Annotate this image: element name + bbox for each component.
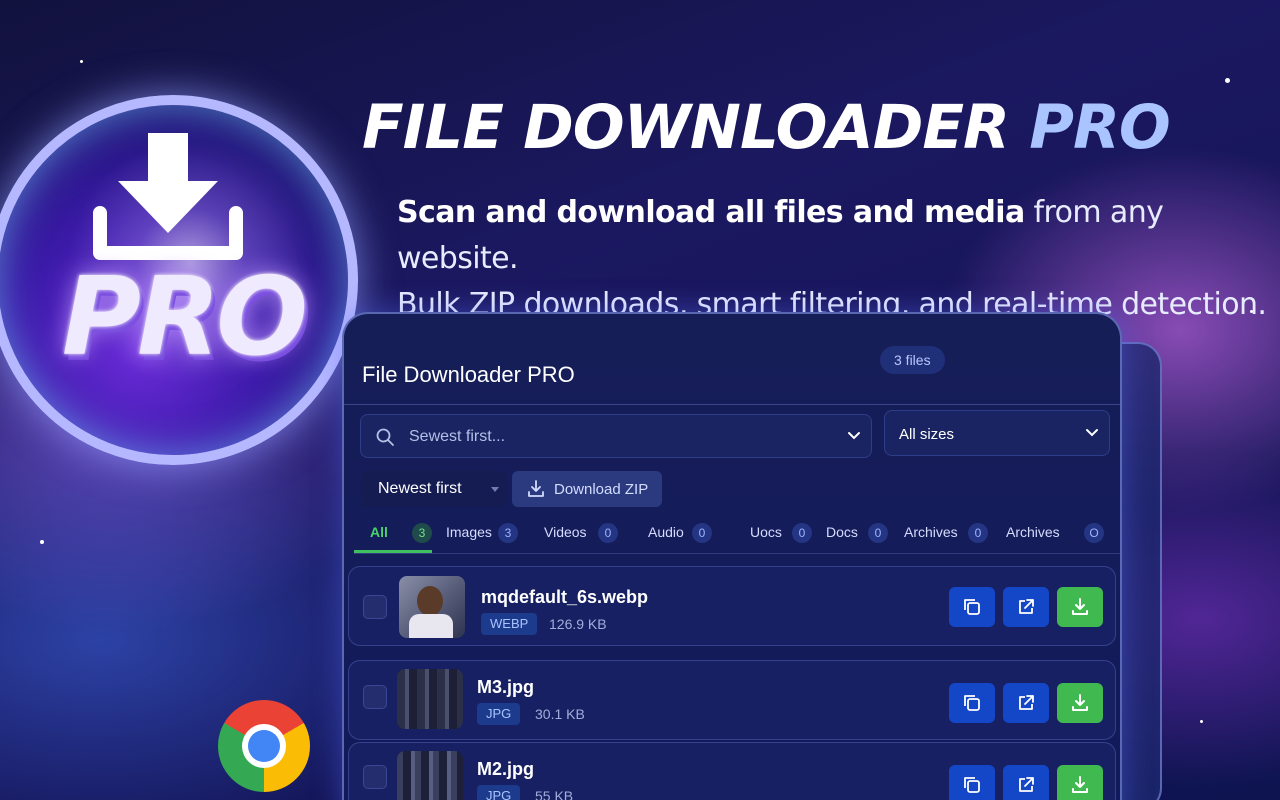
tab-videos[interactable]: Videos 0 [544, 514, 624, 552]
star-sparkle [40, 540, 44, 544]
file-thumbnail [399, 576, 465, 638]
tab-label: Archives [904, 524, 958, 540]
search-icon [376, 428, 394, 446]
star-sparkle [80, 60, 83, 63]
star-sparkle [1200, 720, 1203, 723]
pro-logo-badge: PRO [0, 95, 358, 465]
file-row[interactable]: M2.jpg JPG 55 KB [348, 742, 1116, 800]
size-filter-select[interactable]: All sizes [884, 410, 1110, 456]
header-divider [344, 404, 1120, 405]
caret-down-icon [491, 487, 499, 492]
download-icon [1072, 776, 1088, 793]
row-checkbox[interactable] [363, 765, 387, 789]
size-filter-value: All sizes [899, 426, 955, 443]
tab-images[interactable]: Images 3 [446, 514, 526, 552]
chrome-icon [218, 700, 310, 792]
external-link-icon [1019, 599, 1034, 614]
search-input[interactable]: Sewest first... [360, 414, 872, 458]
page-headline: FILE DOWNLOADER PRO [362, 92, 1171, 163]
tab-label: Videos [544, 524, 587, 540]
row-checkbox[interactable] [363, 595, 387, 619]
tab-count: 0 [792, 523, 812, 543]
tab-label: Images [446, 524, 492, 540]
file-count-badge: 3 files [880, 346, 945, 374]
tab-label: Docs [826, 524, 858, 540]
file-row[interactable]: M3.jpg JPG 30.1 KB [348, 660, 1116, 740]
download-icon [1072, 598, 1088, 615]
row-checkbox[interactable] [363, 685, 387, 709]
tab-count: 3 [498, 523, 518, 543]
page-subline: Scan and download all files and media fr… [397, 190, 1267, 328]
tab-archives-2[interactable]: Archives O [1006, 514, 1106, 552]
sort-value: Newest first [378, 480, 462, 497]
external-link-icon [1019, 695, 1034, 710]
subline-bold: Scan and download all files and media [397, 195, 1025, 230]
tab-count: 0 [968, 523, 988, 543]
download-zip-label: Download ZIP [554, 481, 649, 498]
copy-icon [964, 777, 980, 793]
panel-title: File Downloader PRO [362, 362, 575, 387]
tab-label: Uocs [750, 524, 782, 540]
tabs-divider [354, 553, 1120, 554]
logo-pro-text: PRO [61, 255, 308, 380]
tab-label: Archives [1006, 524, 1060, 540]
copy-link-button[interactable] [949, 765, 995, 800]
tab-audio[interactable]: Audio 0 [648, 514, 718, 552]
file-row[interactable]: mqdefault_6s.webp WEBP 126.9 KB [348, 566, 1116, 646]
chevron-down-icon [1086, 429, 1098, 437]
file-name: M3.jpg [477, 677, 534, 697]
tab-label: Audio [648, 524, 684, 540]
thumbnail-person-shirt [409, 614, 453, 638]
file-size: 30.1 KB [535, 706, 585, 722]
download-file-button[interactable] [1057, 683, 1103, 723]
external-link-icon [1019, 777, 1034, 792]
open-in-tab-button[interactable] [1003, 683, 1049, 723]
copy-icon [964, 695, 980, 711]
extension-popup: File Downloader PRO 3 files Sewest first… [342, 312, 1122, 800]
file-type-badge: JPG [477, 703, 521, 725]
download-icon [528, 480, 544, 497]
sort-select[interactable]: Newest first [362, 471, 506, 507]
tab-count: 0 [692, 523, 712, 543]
tab-label: All [370, 524, 388, 540]
file-name: M2.jpg [477, 759, 534, 779]
thumbnail-person-head [417, 586, 443, 616]
file-type-badge: JPG [477, 785, 521, 800]
search-placeholder: Sewest first... [409, 428, 506, 445]
star-sparkle [1225, 78, 1230, 83]
tab-count: O [1084, 523, 1104, 543]
copy-link-button[interactable] [949, 683, 995, 723]
copy-icon [964, 599, 980, 615]
download-file-button[interactable] [1057, 587, 1103, 627]
open-in-tab-button[interactable] [1003, 587, 1049, 627]
tab-uocs[interactable]: Uocs 0 [750, 514, 816, 552]
subline-line-1: Scan and download all files and media fr… [397, 190, 1267, 282]
download-icon [1072, 694, 1088, 711]
tab-count: 3 [412, 523, 432, 543]
copy-link-button[interactable] [949, 587, 995, 627]
file-type-badge: WEBP [481, 613, 538, 635]
tab-count: 0 [868, 523, 888, 543]
chevron-down-icon[interactable] [845, 427, 863, 445]
download-file-button[interactable] [1057, 765, 1103, 800]
file-size: 55 KB [535, 788, 574, 800]
file-name: mqdefault_6s.webp [481, 587, 649, 607]
tab-docs[interactable]: Docs 0 [826, 514, 892, 552]
file-thumbnail [397, 669, 463, 729]
tab-archives[interactable]: Archives 0 [904, 514, 994, 552]
tab-count: 0 [598, 523, 618, 543]
headline-main: FILE DOWNLOADER [362, 92, 1030, 163]
download-zip-button[interactable]: Download ZIP [512, 471, 662, 507]
file-size: 126.9 KB [549, 616, 607, 632]
headline-accent: PRO [1029, 92, 1171, 163]
tab-all[interactable]: All 3 [370, 514, 448, 552]
category-tabs: All 3 Images 3 Videos 0 Audio 0 Uocs 0 D… [354, 514, 1120, 554]
open-in-tab-button[interactable] [1003, 765, 1049, 800]
file-thumbnail [397, 751, 463, 800]
download-arrow-icon [93, 133, 243, 260]
